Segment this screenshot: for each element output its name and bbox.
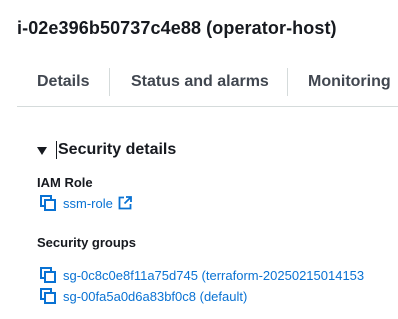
page-title: i-02e396b50737c4e88 (operator-host) xyxy=(17,18,337,38)
copy-icon[interactable] xyxy=(40,288,56,304)
security-group-row: sg-00fa5a0d6a83bf0c8 (default) xyxy=(40,288,247,304)
external-link-icon[interactable] xyxy=(118,196,132,210)
instance-details-page: i-02e396b50737c4e88 (operator-host) Deta… xyxy=(0,0,398,319)
tab-divider xyxy=(287,68,288,96)
tab-bar: Details Status and alarms Monitoring xyxy=(17,66,398,107)
security-group-row: sg-0c8c0e8f11a75d745 (terraform-20250215… xyxy=(40,267,364,283)
copy-icon[interactable] xyxy=(40,195,56,211)
tab-status-and-alarms[interactable]: Status and alarms xyxy=(131,66,269,98)
security-group-link[interactable]: sg-00fa5a0d6a83bf0c8 (default) xyxy=(63,289,247,304)
tab-divider xyxy=(109,68,110,96)
iam-role-row: ssm-role xyxy=(40,195,132,211)
text-cursor xyxy=(56,141,57,159)
tab-details[interactable]: Details xyxy=(37,66,89,98)
iam-role-label: IAM Role xyxy=(37,175,93,190)
security-group-link[interactable]: sg-0c8c0e8f11a75d745 (terraform-20250215… xyxy=(63,268,364,283)
security-groups-label: Security groups xyxy=(37,235,136,250)
caret-down-icon xyxy=(37,146,47,155)
copy-icon[interactable] xyxy=(40,267,56,283)
iam-role-link[interactable]: ssm-role xyxy=(63,196,113,211)
tab-monitoring[interactable]: Monitoring xyxy=(308,66,391,98)
section-title: Security details xyxy=(58,141,177,158)
security-details-toggle[interactable]: Security details xyxy=(37,139,176,161)
